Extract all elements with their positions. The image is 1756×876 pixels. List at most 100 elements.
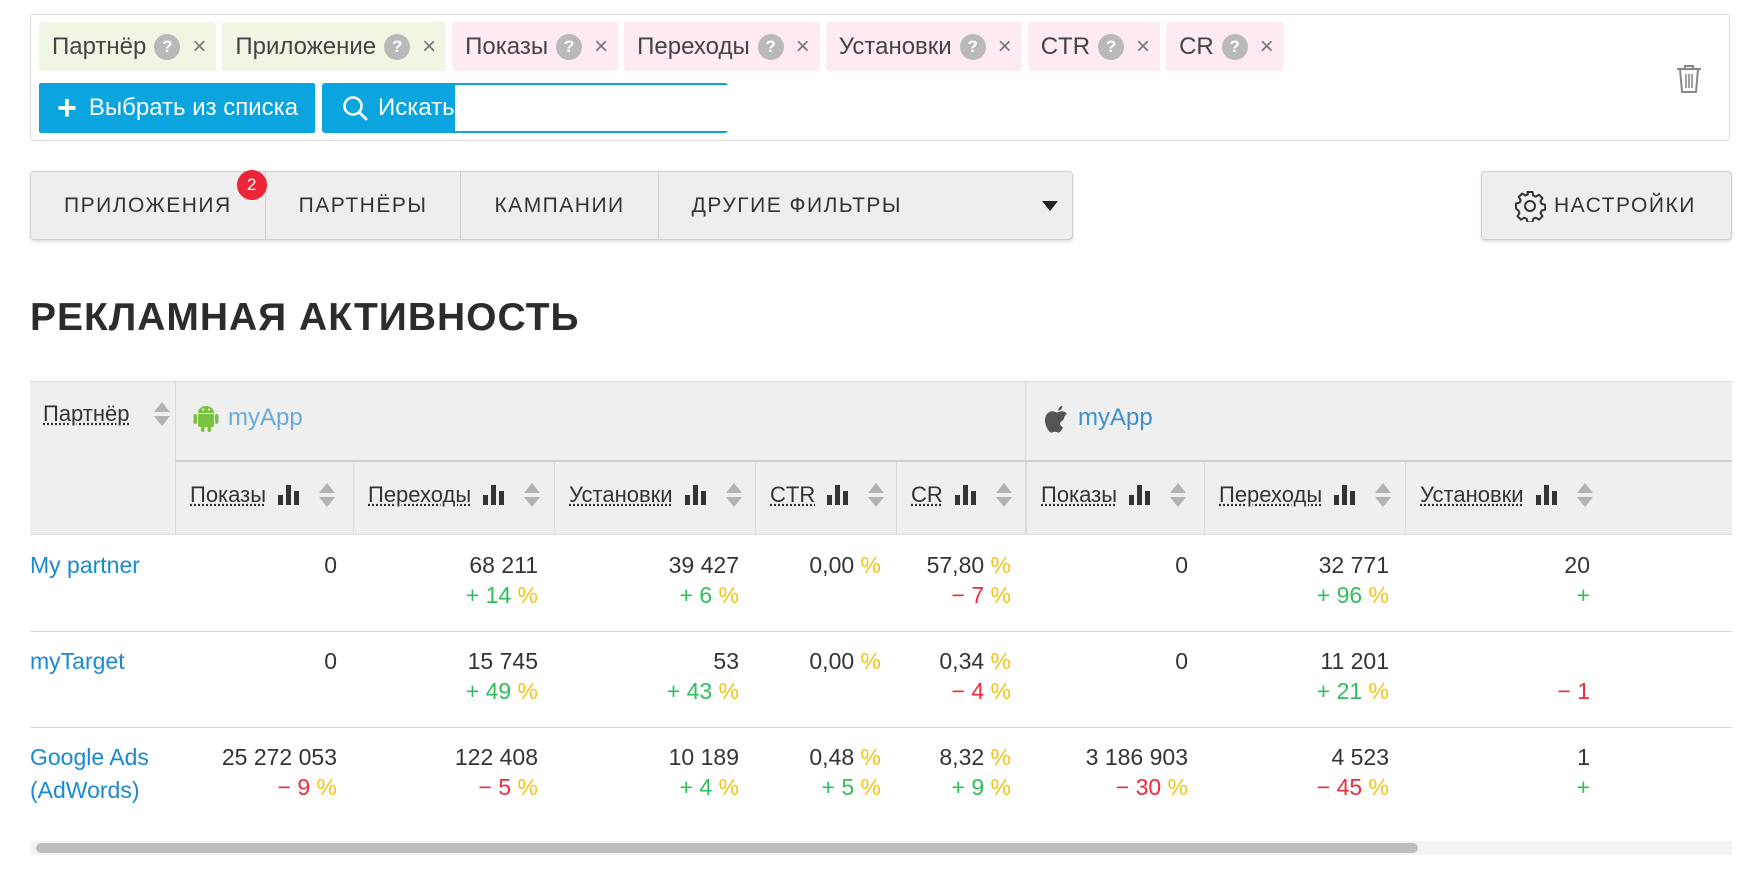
sort-icon[interactable] bbox=[1170, 483, 1187, 507]
row-divider bbox=[30, 727, 1732, 728]
help-icon[interactable]: ? bbox=[556, 33, 583, 60]
partner-column-header[interactable]: Партнёр bbox=[43, 401, 170, 427]
sort-icon[interactable] bbox=[524, 483, 541, 507]
apps-count-badge: 2 bbox=[236, 170, 267, 200]
search-button[interactable]: Искать bbox=[324, 85, 455, 131]
sort-icon[interactable] bbox=[1576, 483, 1593, 507]
tab-apps[interactable]: ПРИЛОЖЕНИЯ 2 bbox=[31, 170, 267, 239]
bar-chart-icon[interactable] bbox=[827, 485, 849, 505]
column-header[interactable]: CTR bbox=[770, 482, 885, 508]
change-value: + 6 bbox=[679, 582, 713, 608]
settings-label: НАСТРОЙКИ bbox=[1554, 193, 1696, 217]
cell-value: 20 bbox=[1350, 549, 1590, 582]
column-header-label: CR bbox=[911, 482, 943, 507]
filter-chips: Партнёр? × Приложение? × Показы? × Переходы? × У… bbox=[39, 22, 1284, 71]
trash-icon[interactable] bbox=[1674, 63, 1704, 95]
sort-icon[interactable] bbox=[319, 483, 336, 507]
close-icon[interactable]: × bbox=[422, 33, 436, 61]
search-box: Искать bbox=[322, 83, 763, 133]
row-divider bbox=[30, 631, 1732, 632]
search-icon bbox=[343, 96, 368, 121]
tab-other-filters[interactable]: ДРУГИЕ ФИЛЬТРЫ bbox=[659, 172, 1072, 239]
column-header[interactable]: CR bbox=[911, 482, 1012, 508]
change-value: − 1 bbox=[1557, 678, 1590, 704]
sort-icon[interactable] bbox=[868, 483, 885, 507]
close-icon[interactable]: × bbox=[192, 33, 206, 61]
filter-chip: CTR? × bbox=[1027, 22, 1161, 71]
filter-chip-label: Приложение bbox=[235, 32, 377, 60]
bar-chart-icon[interactable] bbox=[1129, 485, 1151, 505]
filter-chip: Партнёр? × bbox=[39, 22, 217, 71]
header-divider bbox=[175, 381, 176, 535]
cell-number: 11 201 bbox=[1320, 648, 1389, 674]
bar-chart-icon[interactable] bbox=[1334, 485, 1356, 505]
filter-chip: Приложение? × bbox=[222, 22, 447, 71]
column-header[interactable]: Установки bbox=[1420, 482, 1593, 508]
search-input[interactable] bbox=[454, 85, 763, 131]
filter-chip-label: Партнёр bbox=[52, 32, 147, 60]
column-header[interactable]: Переходы bbox=[368, 482, 541, 508]
help-icon[interactable]: ? bbox=[1221, 33, 1248, 60]
percent-sign: % bbox=[718, 582, 739, 608]
help-icon[interactable]: ? bbox=[384, 33, 411, 60]
column-header[interactable]: Показы bbox=[1041, 482, 1187, 508]
android-icon bbox=[193, 406, 219, 432]
partner-header-label: Партнёр bbox=[43, 401, 130, 426]
app-group-header[interactable]: myApp bbox=[1043, 403, 1153, 433]
app-group-header[interactable]: myApp bbox=[193, 403, 303, 433]
bar-chart-icon[interactable] bbox=[278, 485, 300, 505]
horizontal-scrollbar[interactable] bbox=[30, 841, 1732, 855]
help-icon[interactable]: ? bbox=[1098, 33, 1125, 60]
sort-icon[interactable] bbox=[725, 483, 742, 507]
change-value: − 4 bbox=[951, 678, 985, 704]
close-icon[interactable]: × bbox=[796, 33, 810, 61]
help-icon[interactable]: ? bbox=[959, 33, 986, 60]
pick-from-list-button[interactable]: + Выбрать из списка bbox=[39, 83, 315, 133]
bar-chart-icon[interactable] bbox=[1535, 485, 1557, 505]
cell-change: + 43 % bbox=[499, 675, 739, 708]
sort-icon[interactable] bbox=[1375, 483, 1392, 507]
change-value: − 7 bbox=[951, 582, 985, 608]
close-icon[interactable]: × bbox=[1260, 33, 1274, 61]
column-header[interactable]: Установки bbox=[569, 482, 742, 508]
close-icon[interactable]: × bbox=[998, 33, 1012, 61]
tab-campaigns[interactable]: КАМПАНИИ bbox=[461, 172, 659, 239]
filter-chip-label: CR bbox=[1179, 32, 1214, 60]
column-header[interactable]: Показы bbox=[190, 482, 336, 508]
bar-chart-icon[interactable] bbox=[954, 485, 976, 505]
column-header-label: Переходы bbox=[1219, 482, 1323, 507]
header-divider bbox=[554, 462, 555, 535]
header-divider bbox=[1204, 462, 1205, 535]
percent-sign: % bbox=[990, 582, 1011, 608]
column-header[interactable]: Переходы bbox=[1219, 482, 1392, 508]
help-icon[interactable]: ? bbox=[757, 33, 784, 60]
pick-button-label: Выбрать из списка bbox=[88, 94, 299, 121]
settings-button[interactable]: НАСТРОЙКИ bbox=[1481, 171, 1732, 240]
apple-icon bbox=[1045, 405, 1067, 433]
close-icon[interactable]: × bbox=[594, 33, 608, 61]
filter-chip: Показы? × bbox=[452, 22, 619, 71]
column-header-label: Переходы bbox=[368, 482, 472, 507]
chevron-down-icon bbox=[1042, 200, 1058, 211]
cell-value: 11 201 bbox=[1149, 645, 1389, 678]
sort-icon[interactable] bbox=[153, 402, 170, 426]
bar-chart-icon[interactable] bbox=[483, 485, 505, 505]
percent-sign: % bbox=[990, 678, 1011, 704]
close-icon[interactable]: × bbox=[1136, 33, 1150, 61]
bar-chart-icon[interactable] bbox=[684, 485, 706, 505]
sort-icon[interactable] bbox=[995, 483, 1012, 507]
percent-sign: % bbox=[718, 678, 739, 704]
ad-activity-table: Партнёр myApp myApp Показы Переходы Установки… bbox=[30, 381, 1732, 837]
scrollbar-thumb[interactable] bbox=[36, 843, 1418, 853]
help-icon[interactable]: ? bbox=[154, 33, 181, 60]
change-value: + 43 bbox=[666, 678, 713, 704]
filter-chip: Установки? × bbox=[825, 22, 1022, 71]
cell-change: + bbox=[1350, 771, 1590, 804]
tab-campaigns-label: КАМПАНИИ bbox=[494, 193, 625, 217]
cell-change: − 7 % bbox=[771, 579, 1011, 612]
header-divider bbox=[896, 462, 897, 535]
filter-chip-label: Переходы bbox=[637, 32, 750, 60]
filter-chip: CR? × bbox=[1166, 22, 1284, 71]
tab-partners[interactable]: ПАРТНЁРЫ bbox=[266, 172, 462, 239]
gear-icon bbox=[1515, 190, 1546, 222]
